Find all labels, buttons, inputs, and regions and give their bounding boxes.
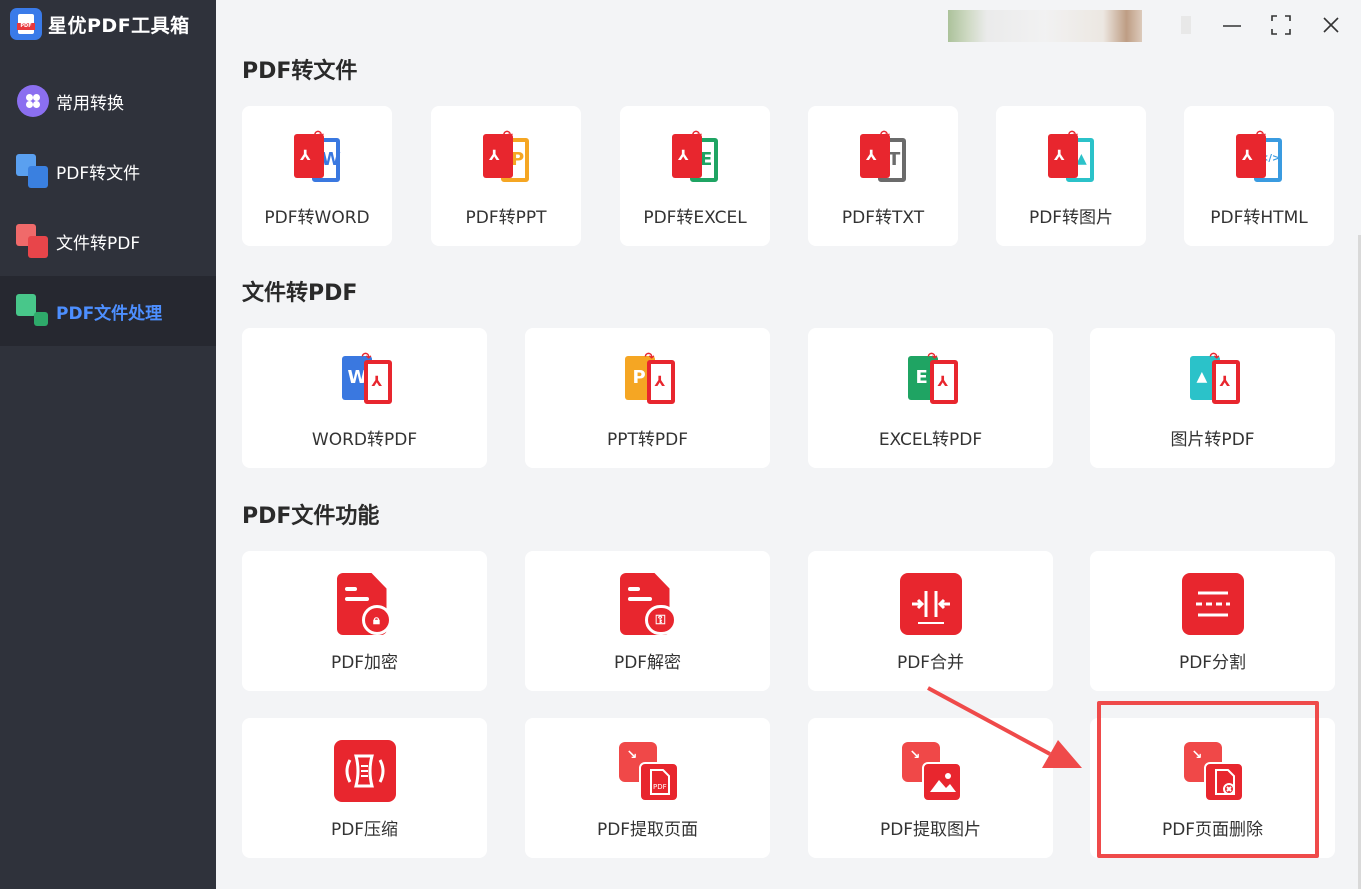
card-label: PDF加密 xyxy=(330,653,399,673)
user-avatar-blurred[interactable] xyxy=(948,10,1142,42)
sidebar-item-label: PDF文件处理 xyxy=(56,303,163,324)
pdf-to-file-icon xyxy=(16,154,50,188)
pdf-to-html-icon: </> ⅄ ↷ xyxy=(1228,128,1290,190)
pdf-to-word-icon: W ⅄ ↷ xyxy=(286,128,348,190)
card-excel-to-pdf[interactable]: E ⅄ ↷ EXCEL转PDF xyxy=(808,328,1053,468)
card-pdf-extract-images[interactable]: ↘ PDF提取图片 xyxy=(808,718,1053,858)
section-title-pdf-features: PDF文件功能 xyxy=(242,504,380,529)
menu-dots-icon[interactable] xyxy=(1178,12,1194,38)
card-label: PDF提取页面 xyxy=(596,820,699,840)
word-to-pdf-icon: W ⅄ ↷ xyxy=(334,350,396,412)
pdf-key-icon: ⚿ xyxy=(617,573,679,635)
card-pdf-to-ppt[interactable]: P ⅄ ↷ PDF转PPT xyxy=(431,106,581,246)
close-icon[interactable] xyxy=(1318,12,1344,38)
compress-icon xyxy=(333,740,396,802)
sidebar-item-label: PDF转文件 xyxy=(56,163,141,184)
card-label: PDF转TXT xyxy=(841,208,925,228)
grid-circle-icon xyxy=(16,84,50,118)
minimize-icon[interactable] xyxy=(1219,12,1245,38)
split-icon xyxy=(1181,573,1244,635)
card-pdf-to-word[interactable]: W ⅄ ↷ PDF转WORD xyxy=(242,106,392,246)
card-pdf-delete-pages[interactable]: ↘ PDF页面删除 xyxy=(1090,718,1335,858)
card-label: PDF转HTML xyxy=(1210,208,1308,228)
card-pdf-split[interactable]: PDF分割 xyxy=(1090,551,1335,691)
card-label: PDF转WORD xyxy=(264,208,370,228)
card-pdf-compress[interactable]: PDF压缩 xyxy=(242,718,487,858)
card-label: EXCEL转PDF xyxy=(878,430,983,450)
card-label: PDF分割 xyxy=(1178,653,1247,673)
card-pdf-to-excel[interactable]: E ⅄ ↷ PDF转EXCEL xyxy=(620,106,770,246)
extract-images-icon: ↘ xyxy=(900,740,962,802)
sidebar-item-pdf-to-file[interactable]: PDF转文件 xyxy=(0,136,216,206)
sidebar-item-label: 常用转换 xyxy=(56,93,124,114)
app-brand: 星优PDF工具箱 xyxy=(10,8,190,40)
pdf-to-txt-icon: T ⅄ ↷ xyxy=(852,128,914,190)
excel-to-pdf-icon: E ⅄ ↷ xyxy=(900,350,962,412)
pdf-to-ppt-icon: P ⅄ ↷ xyxy=(475,128,537,190)
section-title-file-to-pdf: 文件转PDF xyxy=(242,281,358,306)
file-to-pdf-icon xyxy=(16,224,50,258)
pdf-to-excel-icon: E ⅄ ↷ xyxy=(664,128,726,190)
card-label: 图片转PDF xyxy=(1170,430,1255,450)
delete-pages-icon: ↘ xyxy=(1182,740,1244,802)
app-logo-icon xyxy=(10,8,42,40)
sidebar-item-label: 文件转PDF xyxy=(56,233,141,254)
card-pdf-encrypt[interactable]: 🔒︎ PDF加密 xyxy=(242,551,487,691)
maximize-icon[interactable] xyxy=(1268,12,1294,38)
card-pdf-to-html[interactable]: </> ⅄ ↷ PDF转HTML xyxy=(1184,106,1334,246)
card-label: WORD转PDF xyxy=(311,430,418,450)
sidebar: 星优PDF工具箱 常用转换 PDF转文件 文件转PDF PDF文件处理 xyxy=(0,0,216,889)
sidebar-item-common-convert[interactable]: 常用转换 xyxy=(0,66,216,136)
card-label: PDF转图片 xyxy=(1028,208,1114,228)
sidebar-item-pdf-processing[interactable]: PDF文件处理 xyxy=(0,276,216,346)
svg-text:PDF: PDF xyxy=(653,783,667,791)
pdf-to-image-icon: ▲ ⅄ ↷ xyxy=(1040,128,1102,190)
section-title-pdf-to-file: PDF转文件 xyxy=(242,59,358,84)
card-label: PDF页面删除 xyxy=(1161,820,1264,840)
card-label: PDF合并 xyxy=(896,653,965,673)
card-image-to-pdf[interactable]: ▲ ⅄ ↷ 图片转PDF xyxy=(1090,328,1335,468)
app-title: 星优PDF工具箱 xyxy=(48,14,190,37)
card-label: PDF压缩 xyxy=(330,820,399,840)
card-word-to-pdf[interactable]: W ⅄ ↷ WORD转PDF xyxy=(242,328,487,468)
card-label: PPT转PDF xyxy=(606,430,688,450)
pdf-processing-icon xyxy=(16,294,50,328)
card-label: PDF转EXCEL xyxy=(643,208,747,228)
extract-pages-icon: ↘ PDF xyxy=(617,740,679,802)
sidebar-item-file-to-pdf[interactable]: 文件转PDF xyxy=(0,206,216,276)
image-to-pdf-icon: ▲ ⅄ ↷ xyxy=(1182,350,1244,412)
card-label: PDF解密 xyxy=(613,653,682,673)
card-pdf-extract-pages[interactable]: ↘ PDF PDF提取页面 xyxy=(525,718,770,858)
pdf-lock-icon: 🔒︎ xyxy=(334,573,396,635)
card-label: PDF提取图片 xyxy=(879,820,982,840)
card-pdf-to-image[interactable]: ▲ ⅄ ↷ PDF转图片 xyxy=(996,106,1146,246)
card-pdf-decrypt[interactable]: ⚿ PDF解密 xyxy=(525,551,770,691)
merge-icon xyxy=(899,573,962,635)
card-label: PDF转PPT xyxy=(465,208,547,228)
ppt-to-pdf-icon: P ⅄ ↷ xyxy=(617,350,679,412)
card-ppt-to-pdf[interactable]: P ⅄ ↷ PPT转PDF xyxy=(525,328,770,468)
card-pdf-to-txt[interactable]: T ⅄ ↷ PDF转TXT xyxy=(808,106,958,246)
card-pdf-merge[interactable]: PDF合并 xyxy=(808,551,1053,691)
